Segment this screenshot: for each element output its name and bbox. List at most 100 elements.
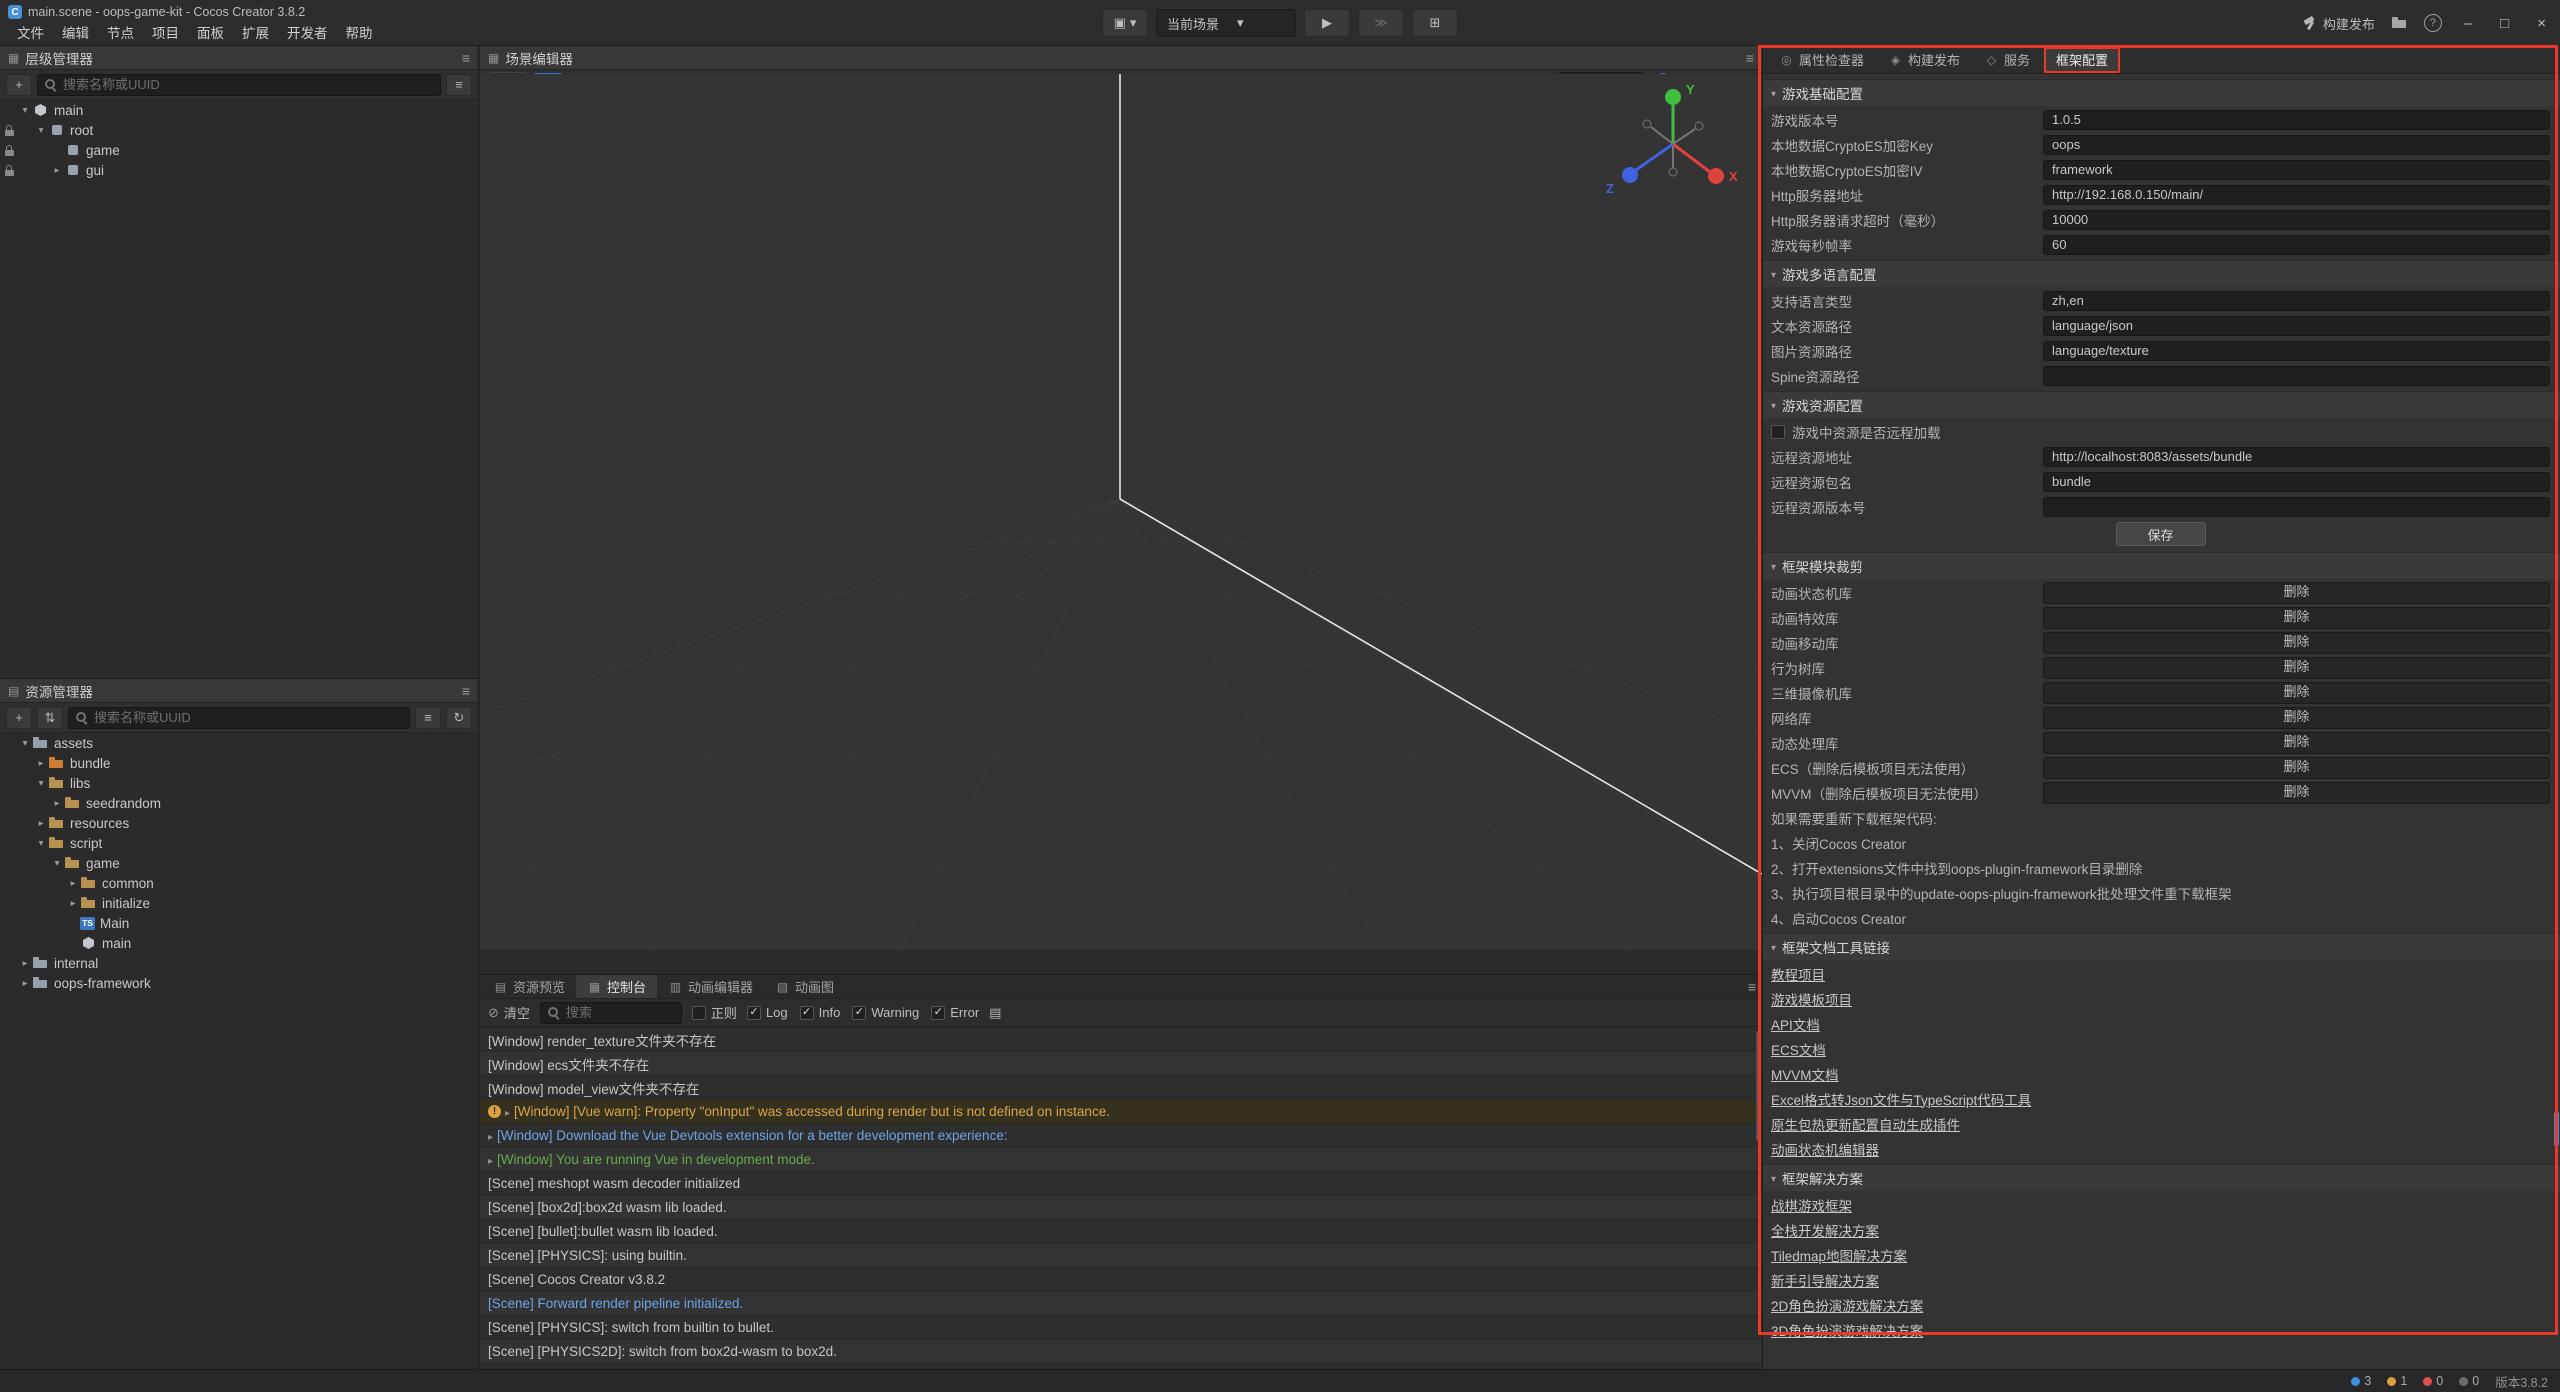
link-MVVM文档[interactable]: MVVM文档 — [1771, 1064, 1839, 1084]
expand-arrow-icon[interactable] — [18, 105, 32, 116]
expand-arrow-icon[interactable] — [34, 758, 48, 769]
input-图片资源路径[interactable] — [2043, 341, 2550, 361]
tree-item-seedrandom[interactable]: seedrandom — [0, 793, 478, 813]
hierarchy-filter-icon[interactable] — [446, 74, 472, 96]
hierarchy-panel-menu-icon[interactable] — [462, 50, 470, 66]
checkbox-Info[interactable] — [800, 1006, 814, 1020]
regex-toggle[interactable]: 正则 — [692, 1003, 737, 1022]
tree-item-script[interactable]: script — [0, 833, 478, 853]
tab-控制台[interactable]: 控制台 — [576, 975, 657, 998]
link-3D角色扮演游戏解决方案[interactable]: 3D角色扮演游戏解决方案 — [1771, 1320, 1923, 1340]
tree-item-libs[interactable]: libs — [0, 773, 478, 793]
input-本地数据CryptoES加密IV[interactable] — [2043, 160, 2550, 180]
section-框架模块裁剪[interactable]: 框架模块裁剪 — [1763, 552, 2560, 579]
input-游戏版本号[interactable] — [2043, 110, 2550, 130]
input-支持语言类型[interactable] — [2043, 291, 2550, 311]
expand-arrow-icon[interactable] — [66, 898, 80, 909]
menu-面板[interactable]: 面板 — [188, 22, 233, 42]
clear-console-button[interactable]: 清空 — [488, 1003, 530, 1022]
create-asset-button[interactable] — [6, 707, 32, 729]
console-scrollbar[interactable] — [1756, 1031, 1761, 1141]
assets-filter-icon[interactable] — [415, 707, 441, 729]
expand-arrow-icon[interactable] — [18, 958, 32, 969]
regex-checkbox[interactable] — [692, 1006, 706, 1020]
expand-arrow-icon[interactable] — [50, 165, 64, 176]
build-publish-button[interactable]: 构建发布 — [2302, 14, 2375, 33]
help-icon[interactable] — [2424, 14, 2442, 32]
refresh-assets-icon[interactable] — [446, 707, 472, 729]
section-游戏资源配置[interactable]: 游戏资源配置 — [1763, 391, 2560, 418]
notice-counter[interactable]: 0 — [2459, 1374, 2479, 1388]
expand-arrow-icon[interactable] — [66, 878, 80, 889]
log-row[interactable]: [Scene] Cocos Creator v3.8.2 — [480, 1268, 1762, 1292]
input-远程资源版本号[interactable] — [2043, 497, 2550, 517]
section-游戏基础配置[interactable]: 游戏基础配置 — [1763, 79, 2560, 106]
expand-arrow-icon[interactable] — [34, 125, 48, 136]
delete-button-动画移动库[interactable]: 删除 — [2043, 632, 2550, 654]
expand-arrow-icon[interactable] — [18, 738, 32, 749]
window-maximize-button[interactable] — [2494, 15, 2515, 32]
delete-button-动画状态机库[interactable]: 删除 — [2043, 582, 2550, 604]
step-button[interactable] — [1358, 9, 1404, 37]
log-row[interactable]: [Window] model_view文件夹不存在 — [480, 1076, 1762, 1100]
tree-item-game[interactable]: game — [0, 140, 478, 160]
checkbox-Error[interactable] — [931, 1006, 945, 1020]
input-Http服务器请求超时（毫秒）[interactable] — [2043, 210, 2550, 230]
hierarchy-searchbox[interactable] — [37, 74, 441, 96]
hierarchy-search-input[interactable] — [61, 76, 434, 93]
filter-Error[interactable]: Error — [931, 1005, 979, 1020]
delete-button-MVVM（删除后模板项目无法使用）[interactable]: 删除 — [2043, 782, 2550, 804]
delete-button-ECS（删除后模板项目无法使用）[interactable]: 删除 — [2043, 757, 2550, 779]
window-close-button[interactable] — [2531, 15, 2552, 32]
link-动画状态机编辑器[interactable]: 动画状态机编辑器 — [1771, 1139, 1879, 1159]
log-row[interactable]: [Window] ecs文件夹不存在 — [480, 1052, 1762, 1076]
assets-panel-menu-icon[interactable] — [462, 683, 470, 699]
checkbox-Log[interactable] — [747, 1006, 761, 1020]
expand-arrow-icon[interactable] — [34, 778, 48, 789]
menu-项目[interactable]: 项目 — [143, 22, 188, 42]
section-游戏多语言配置[interactable]: 游戏多语言配置 — [1763, 260, 2560, 287]
orientation-gizmo[interactable]: Y X Z — [1598, 80, 1748, 210]
scene-panel-menu-icon[interactable] — [1746, 50, 1754, 66]
tree-item-initialize[interactable]: initialize — [0, 893, 478, 913]
tree-item-oops-framework[interactable]: oops-framework — [0, 973, 478, 993]
console-panel-menu-icon[interactable] — [1748, 979, 1756, 995]
error-counter[interactable]: 0 — [2423, 1374, 2443, 1388]
checkbox-Warning[interactable] — [852, 1006, 866, 1020]
tab-资源预览[interactable]: 资源预览 — [482, 975, 576, 998]
console-searchbox[interactable] — [540, 1002, 682, 1024]
link-ECS文档[interactable]: ECS文档 — [1771, 1039, 1826, 1059]
play-button[interactable] — [1304, 9, 1350, 37]
save-button[interactable]: 保存 — [2116, 522, 2206, 546]
input-游戏每秒帧率[interactable] — [2043, 235, 2550, 255]
log-row[interactable]: [Scene] Forward render pipeline initiali… — [480, 1292, 1762, 1316]
input-远程资源包名[interactable] — [2043, 472, 2550, 492]
assets-search-input[interactable] — [92, 709, 403, 726]
delete-button-三维摄像机库[interactable]: 删除 — [2043, 682, 2550, 704]
log-row[interactable]: [Scene] [PHYSICS2D]: switch from box2d-w… — [480, 1340, 1762, 1364]
tab-服务[interactable]: 服务 — [1974, 49, 2040, 71]
tab-动画图[interactable]: 动画图 — [764, 975, 845, 998]
menu-节点[interactable]: 节点 — [98, 22, 143, 42]
scene-viewport[interactable]: Y X Z — [480, 74, 1762, 950]
section-框架解决方案[interactable]: 框架解决方案 — [1763, 1164, 2560, 1191]
expand-arrow-icon[interactable] — [488, 1128, 493, 1143]
log-row[interactable]: [Window] [Vue warn]: Property "onInput" … — [480, 1100, 1762, 1124]
scene-select[interactable]: 当前场景 — [1156, 9, 1296, 37]
open-project-folder-icon[interactable] — [2391, 16, 2408, 30]
tree-item-root[interactable]: root — [0, 120, 478, 140]
input-文本资源路径[interactable] — [2043, 316, 2550, 336]
tree-item-common[interactable]: common — [0, 873, 478, 893]
link-Excel格式转Json文件与TypeScript代码工具[interactable]: Excel格式转Json文件与TypeScript代码工具 — [1771, 1089, 2031, 1109]
link-全栈开发解决方案[interactable]: 全栈开发解决方案 — [1771, 1220, 1879, 1240]
menu-帮助[interactable]: 帮助 — [337, 22, 382, 42]
link-游戏模板项目[interactable]: 游戏模板项目 — [1771, 989, 1852, 1009]
section-框架文档工具链接[interactable]: 框架文档工具链接 — [1763, 933, 2560, 960]
expand-arrow-icon[interactable] — [488, 1152, 493, 1167]
log-row[interactable]: [Window] You are running Vue in developm… — [480, 1148, 1762, 1172]
log-row[interactable]: [Scene] meshopt wasm decoder initialized — [480, 1172, 1762, 1196]
delete-button-动画特效库[interactable]: 删除 — [2043, 607, 2550, 629]
link-API文档[interactable]: API文档 — [1771, 1014, 1820, 1034]
log-row[interactable]: [Scene] [box2d]:box2d wasm lib loaded. — [480, 1196, 1762, 1220]
log-row[interactable]: [Window] Download the Vue Devtools exten… — [480, 1124, 1762, 1148]
